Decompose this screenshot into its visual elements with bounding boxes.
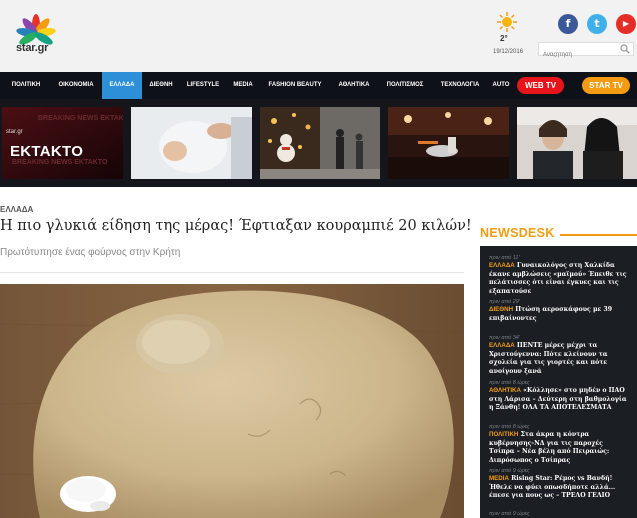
newsdesk-item-text: ΑΘΛΗΤΙΚΑ «Κόλλησε» στο μηδέν ο ΠΑΟ στη Λ… [489, 387, 629, 413]
newsdesk-item-time: πριν από 29' [489, 299, 520, 305]
christmas-image [260, 107, 380, 179]
newsdesk-item-category[interactable]: ΕΛΛΑΔΑ [489, 342, 515, 349]
newsdesk-item[interactable]: πριν από 8 ώρες ΑΘΛΗΤΙΚΑ «Κόλλησε» στο μ… [489, 379, 629, 413]
newsdesk-item-text: ΕΛΛΑΔΑ ΠΕΝΤΕ μέρες μέχρι τα Χριστούγεννα… [489, 342, 629, 376]
slider-thumb-stage[interactable] [388, 107, 509, 179]
slider-thumb-pregnancy[interactable] [131, 107, 252, 179]
newsdesk-title: NEWSDESK [480, 226, 555, 240]
divider [0, 272, 464, 273]
kourabie-image [0, 284, 464, 518]
newsdesk-item-text: ΔΙΕΘΝΗ Πτώση αεροσκάφους με 39 επιβαίνον… [489, 306, 629, 323]
newsdesk-item[interactable]: πριν από 34' ΕΛΛΑΔΑ ΠΕΝΤΕ μέρες μέχρι τα… [489, 334, 629, 376]
twitter-icon[interactable]: t [587, 14, 607, 34]
newsdesk-item-category[interactable]: ΕΛΛΑΔΑ [489, 262, 515, 269]
newsdesk-item-text: MEDIA Rising Star: Ρέμος vs Βανδή! Ήθελε… [489, 475, 629, 501]
breaking-bg-text: BREAKING NEWS ΕΚΤΑΚΤΟ [38, 115, 123, 122]
star-tv-button[interactable]: STAR TV [582, 77, 630, 94]
search-box [538, 42, 634, 61]
newsdesk-item-time: πριν από 9 ώρες [489, 511, 530, 517]
slider-logo-text: star.gr [6, 129, 23, 135]
nav-item-media[interactable]: MEDIA [229, 72, 257, 99]
newsdesk-item-time: πριν από 8 ώρες [489, 380, 530, 386]
news-slider: BREAKING NEWS ΕΚΤΑΚΤΟ BREAKING NEWS ΕΚΤΑ… [0, 99, 637, 187]
weather-temp: 2° [500, 34, 508, 43]
slider-thumb-couple[interactable] [517, 107, 637, 179]
web-tv-button[interactable]: WEB TV [517, 77, 564, 94]
newsdesk-item-time: πριν από 11' [489, 255, 520, 261]
search-icon[interactable] [620, 44, 630, 54]
nav-item-fashion-beauty[interactable]: FASHION BEAUTY [263, 72, 327, 99]
nav-item-lifestyle[interactable]: LIFESTYLE [183, 72, 223, 99]
logo-text[interactable]: star.gr [16, 42, 48, 54]
main-nav: ΠΟΛΙΤΙΚΗ ΟΙΚΟΝΟΜΙΑ ΕΛΛΑΔΑ ΔΙΕΘΝΗ LIFESTY… [0, 72, 637, 99]
slider-thumb-christmas[interactable] [260, 107, 380, 179]
nav-item-diethni[interactable]: ΔΙΕΘΝΗ [145, 72, 177, 99]
newsdesk-item-text: ΕΛΛΑΔΑ Γυναικολόγος στη Χαλκίδα έκανε αμ… [489, 262, 629, 296]
breaking-label: ΕΚΤΑΚΤΟ [10, 143, 84, 160]
newsdesk-item[interactable]: πριν από 9 ώρες [489, 510, 629, 518]
slider-thumb-breaking[interactable]: BREAKING NEWS ΕΚΤΑΚΤΟ BREAKING NEWS ΕΚΤΑ… [2, 107, 123, 179]
facebook-icon[interactable]: f [558, 14, 578, 34]
sun-icon [497, 12, 517, 32]
nav-item-texnologia[interactable]: ΤΕΧΝΟΛΟΓΙΑ [435, 72, 485, 99]
newsdesk-underline [560, 234, 637, 236]
site-header: star.gr 2° 19/12/2016 f t ▶ [0, 0, 637, 72]
newsdesk-item-category[interactable]: ΑΘΛΗΤΙΚΑ [489, 387, 521, 394]
newsdesk-item-category[interactable]: MEDIA [489, 475, 509, 482]
newsdesk-item[interactable]: πριν από 29' ΔΙΕΘΝΗ Πτώση αεροσκάφους με… [489, 298, 629, 323]
nav-item-ellada[interactable]: ΕΛΛΑΔΑ [102, 72, 142, 99]
nav-item-auto[interactable]: AUTO [490, 72, 512, 99]
nav-item-athlitika[interactable]: ΑΘΛΗΤΙΚΑ [333, 72, 375, 99]
newsdesk-panel: πριν από 11' ΕΛΛΑΔΑ Γυναικολόγος στη Χαλ… [480, 246, 637, 518]
article-headline: Η πιο γλυκιά είδηση της μέρας! Έφτιαξαν … [0, 218, 472, 234]
breaking-bg-text-2: BREAKING NEWS ΕΚΤΑΚΤΟ [12, 159, 108, 166]
current-date: 19/12/2016 [493, 49, 524, 55]
stage-show-image [388, 107, 509, 179]
newsdesk-item[interactable]: πριν από 11' ΕΛΛΑΔΑ Γυναικολόγος στη Χαλ… [489, 254, 629, 296]
newsdesk-item-time: πριν από 9 ώρες [489, 468, 530, 474]
search-input[interactable] [539, 49, 619, 61]
newsdesk-item[interactable]: πριν από 8 ώρες ΠΟΛΙΤΙΚΗ Στα άκρα η κόντ… [489, 423, 629, 465]
newsdesk-item[interactable]: πριν από 9 ώρες MEDIA Rising Star: Ρέμος… [489, 467, 629, 501]
article-hero-image [0, 284, 464, 518]
article-subtitle: Πρωτότυπησε ένας φούρνος στην Κρήτη [0, 247, 181, 258]
newsdesk-item-category[interactable]: ΠΟΛΙΤΙΚΗ [489, 431, 518, 438]
couple-image [517, 107, 637, 179]
newsdesk-item-time: πριν από 8 ώρες [489, 424, 530, 430]
nav-item-oikonomia[interactable]: ΟΙΚΟΝΟΜΙΑ [51, 72, 101, 99]
newsdesk-item-text: ΠΟΛΙΤΙΚΗ Στα άκρα η κόντρα κυβέρνησης-ΝΔ… [489, 431, 629, 465]
newsdesk-item-time: πριν από 34' [489, 335, 520, 341]
nav-item-politiki[interactable]: ΠΟΛΙΤΙΚΗ [5, 72, 47, 99]
newsdesk-item-category[interactable]: ΔΙΕΘΝΗ [489, 306, 513, 313]
nav-item-politismos[interactable]: ΠΟΛΙΤΙΣΜΟΣ [381, 72, 429, 99]
youtube-icon[interactable]: ▶ [616, 14, 636, 34]
pregnancy-image [131, 107, 252, 179]
breadcrumb[interactable]: ΕΛΛΑΔΑ [0, 205, 33, 214]
